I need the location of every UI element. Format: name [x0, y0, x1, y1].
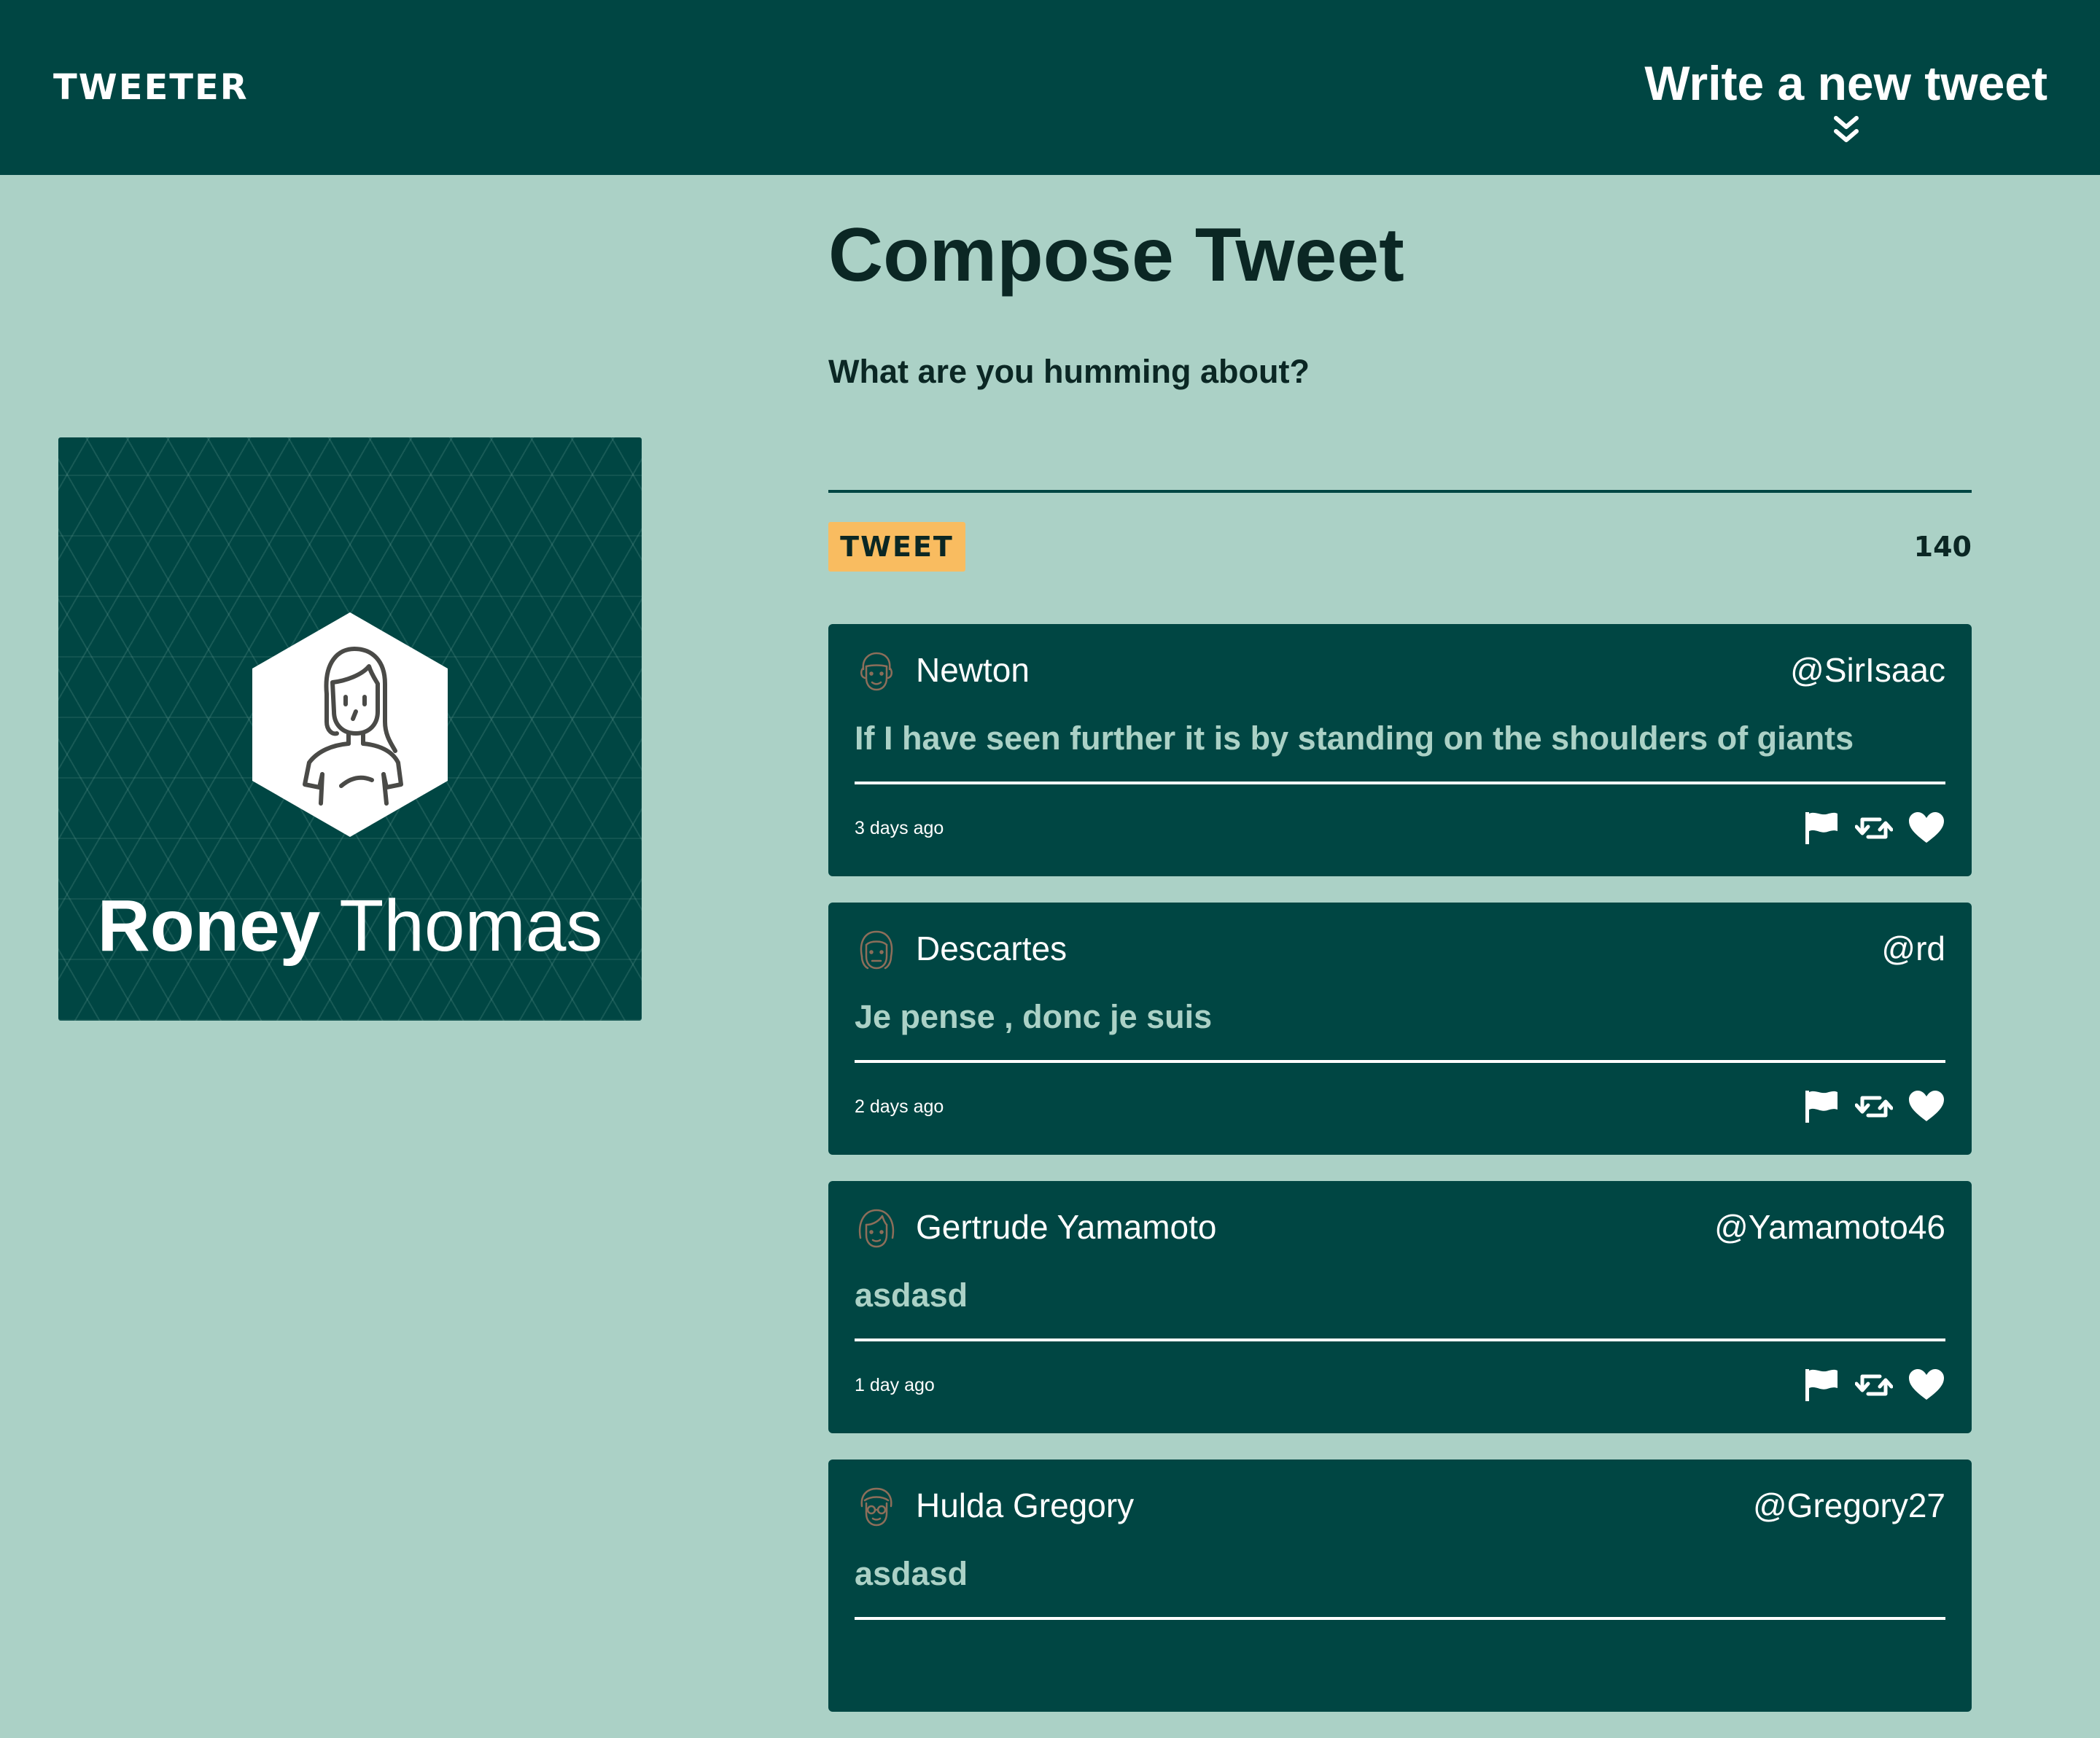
flag-icon[interactable] [1802, 1368, 1840, 1403]
tweet-author-handle[interactable]: @rd [1881, 924, 1945, 973]
tweet-card: Hulda Gregory @Gregory27 asdasd [828, 1460, 1972, 1712]
flag-icon[interactable] [1802, 811, 1840, 846]
user-avatar-icon [860, 1487, 892, 1527]
tweet-submit-button[interactable]: TWEET [828, 522, 965, 572]
tweet-divider [855, 1617, 1945, 1620]
retweet-icon[interactable] [1855, 811, 1893, 846]
flag-icon[interactable] [1802, 1089, 1840, 1124]
tweet-card: Descartes @rd Je pense , donc je suis 2 … [828, 903, 1972, 1155]
tweet-author-name: Newton [916, 651, 1030, 689]
write-new-tweet-label[interactable]: Write a new tweet [1644, 52, 2048, 114]
tweet-divider [855, 782, 1945, 784]
compose-tweet-section: Compose Tweet What are you humming about… [828, 211, 1972, 572]
write-new-tweet-toggle[interactable]: Write a new tweet [1644, 52, 2048, 146]
profile-name: Roney Thomas [58, 882, 642, 970]
tweet-timestamp: 2 days ago [855, 1096, 944, 1117]
tweet-author-handle[interactable]: @Yamamoto46 [1714, 1203, 1945, 1251]
profile-card: Roney Thomas [58, 437, 642, 1021]
brand-logo[interactable]: TWEETER [53, 67, 249, 108]
heart-icon[interactable] [1908, 811, 1945, 846]
user-avatar-icon [860, 652, 892, 691]
tweet-author-handle[interactable]: @SirIsaac [1790, 646, 1945, 694]
tweet-timestamp: 1 day ago [855, 1375, 935, 1395]
tweet-feed: Newton @SirIsaac If I have seen further … [828, 624, 1972, 1738]
tweet-text-input[interactable] [828, 408, 1972, 493]
tweet-timestamp: 3 days ago [855, 818, 944, 838]
user-avatar-icon [860, 930, 893, 970]
tweet-text: asdasd [855, 1555, 968, 1592]
profile-last-name: Thomas [339, 885, 603, 967]
tweet-actions [1802, 809, 1945, 847]
tweet-actions [1802, 1088, 1945, 1126]
retweet-icon[interactable] [1855, 1089, 1893, 1124]
heart-icon[interactable] [1908, 1368, 1945, 1403]
tweet-divider [855, 1060, 1945, 1063]
top-navbar: TWEETER Write a new tweet [0, 0, 2100, 175]
compose-title: Compose Tweet [828, 213, 1404, 297]
tweet-text: If I have seen further it is by standing… [855, 720, 1854, 757]
tweet-card: Newton @SirIsaac If I have seen further … [828, 624, 1972, 876]
tweet-divider [855, 1338, 1945, 1341]
heart-icon[interactable] [1908, 1089, 1945, 1124]
user-avatar-icon [858, 1209, 895, 1248]
tweet-text: asdasd [855, 1277, 968, 1314]
compose-prompt-label: What are you humming about? [828, 353, 1310, 390]
tweet-author-name: Hulda Gregory [916, 1486, 1135, 1524]
retweet-icon[interactable] [1855, 1368, 1893, 1403]
double-chevron-down-icon[interactable] [1832, 114, 1861, 146]
tweet-author-name: Gertrude Yamamoto [916, 1208, 1217, 1246]
tweet-actions [1802, 1366, 1945, 1404]
tweet-author-name: Descartes [916, 930, 1068, 967]
character-counter: 140 [1913, 531, 1972, 563]
tweet-text: Je pense , donc je suis [855, 998, 1213, 1035]
tweet-card: Gertrude Yamamoto @Yamamoto46 asdasd 1 d… [828, 1181, 1972, 1433]
tweet-author-handle[interactable]: @Gregory27 [1753, 1481, 1945, 1529]
user-avatar-icon [252, 612, 448, 837]
profile-first-name: Roney [97, 885, 321, 967]
